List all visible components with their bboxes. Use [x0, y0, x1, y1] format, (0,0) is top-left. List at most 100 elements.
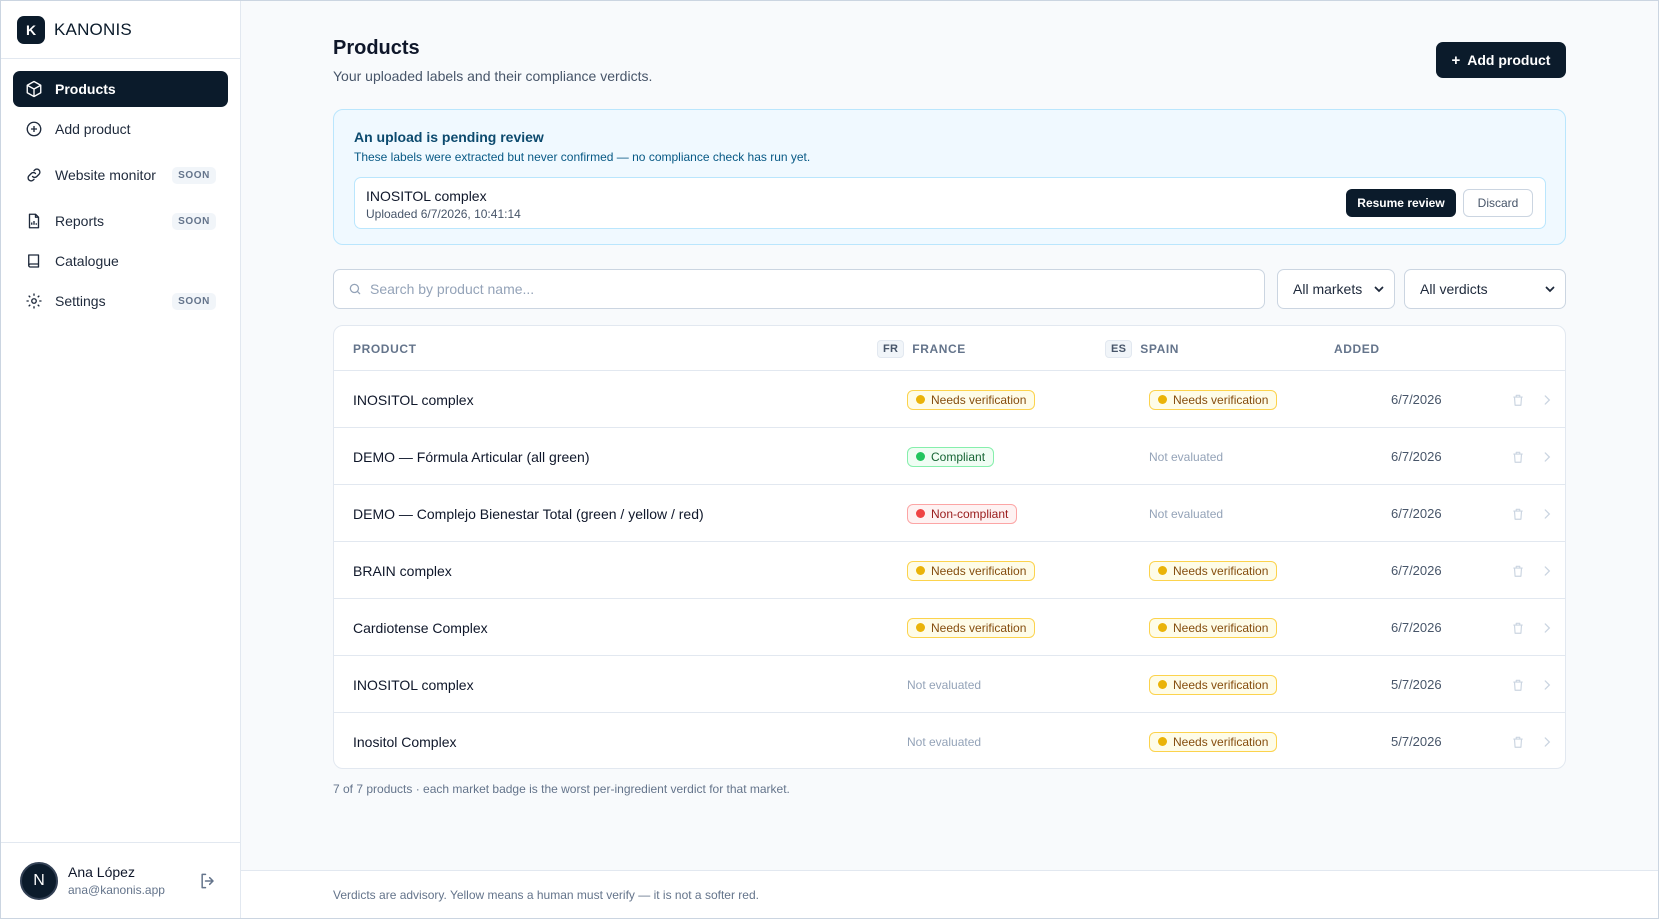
chevron-down-icon — [1374, 286, 1384, 293]
verdict-label: Needs verification — [1173, 734, 1269, 749]
open-row-button[interactable] — [1540, 485, 1554, 542]
not-evaluated-label: Not evaluated — [1149, 506, 1224, 521]
user-name: Ana López — [68, 864, 135, 880]
sidebar-item-label: Settings — [55, 293, 106, 309]
column-header-france[interactable]: FR FRANCE — [877, 326, 966, 371]
added-date: 6/7/2026 — [1391, 563, 1442, 578]
market-code-fr: FR — [877, 339, 905, 358]
table-row[interactable]: Inositol Complex Not evaluated Needs verif… — [334, 713, 1565, 768]
open-row-button[interactable] — [1540, 656, 1554, 713]
column-header-added[interactable]: ADDED — [1334, 326, 1380, 371]
table-row[interactable]: INOSITOL complex Needs verification Needs … — [334, 371, 1565, 428]
added-date: 5/7/2026 — [1391, 677, 1442, 692]
sidebar-item-label: Reports — [55, 213, 105, 229]
not-evaluated-label: Not evaluated — [1149, 449, 1224, 464]
table-row[interactable]: BRAIN complex Needs verification Needs ver… — [334, 542, 1565, 599]
status-dot-icon — [1158, 680, 1167, 689]
open-row-button[interactable] — [1540, 371, 1554, 428]
verdicts-select[interactable]: All verdicts — [1404, 269, 1566, 309]
verdict-label: Needs verification — [931, 620, 1027, 635]
market-name-spain: SPAIN — [1140, 341, 1180, 356]
sidebar-item-add-product[interactable]: Add product — [13, 111, 228, 147]
file-chart-icon — [25, 212, 43, 230]
verdict-label: Needs verification — [931, 563, 1027, 578]
open-row-button[interactable] — [1540, 542, 1554, 599]
spain-verdict: Needs verification — [1149, 713, 1278, 768]
table-row[interactable]: DEMO — Complejo Bienestar Total (green /… — [334, 485, 1565, 542]
sidebar-item-settings[interactable]: Settings SOON — [13, 283, 228, 319]
sidebar-item-label: Add product — [55, 121, 131, 137]
main-content: Products Your uploaded labels and their … — [241, 1, 1658, 918]
brand[interactable]: K KANONIS — [1, 1, 240, 59]
delete-button[interactable] — [1511, 542, 1525, 599]
resume-review-button[interactable]: Resume review — [1346, 189, 1456, 217]
search-box[interactable] — [333, 269, 1265, 309]
verdict-badge: Needs verification — [907, 617, 1036, 638]
pending-title: An upload is pending review — [354, 129, 544, 145]
discard-button[interactable]: Discard — [1463, 189, 1533, 217]
sidebar-item-label: Website monitor — [55, 167, 156, 183]
search-input[interactable] — [370, 281, 1250, 297]
verdict-label: Needs verification — [1173, 392, 1269, 407]
brand-name: KANONIS — [54, 19, 132, 39]
product-name: DEMO — Complejo Bienestar Total (green /… — [353, 505, 704, 522]
status-dot-icon — [916, 566, 925, 575]
sidebar-item-products[interactable]: Products — [13, 71, 228, 107]
delete-button[interactable] — [1511, 371, 1525, 428]
footer-bar: Verdicts are advisory. Yellow means a hu… — [241, 870, 1658, 918]
delete-button[interactable] — [1511, 428, 1525, 485]
logout-icon[interactable] — [198, 871, 218, 891]
open-row-button[interactable] — [1540, 599, 1554, 656]
add-product-button[interactable]: + Add product — [1436, 42, 1566, 78]
open-row-button[interactable] — [1540, 428, 1554, 485]
sidebar-nav: Products Add product Website monitor SOO… — [1, 59, 240, 319]
added-date: 6/7/2026 — [1391, 449, 1442, 464]
added-date: 6/7/2026 — [1391, 392, 1442, 407]
france-verdict: Not evaluated — [907, 656, 981, 713]
sidebar-item-catalogue[interactable]: Catalogue — [13, 243, 228, 279]
spain-verdict: Needs verification — [1149, 656, 1278, 713]
market-code-es: ES — [1105, 339, 1133, 358]
open-row-button[interactable] — [1540, 713, 1554, 768]
sidebar-item-reports[interactable]: Reports SOON — [13, 203, 228, 239]
status-dot-icon — [1158, 566, 1167, 575]
verdict-badge: Compliant — [907, 446, 995, 467]
table-row[interactable]: Cardiotense Complex Needs verification Nee… — [334, 599, 1565, 656]
table-body: INOSITOL complex Needs verification Needs … — [334, 371, 1565, 768]
product-name: BRAIN complex — [353, 562, 452, 579]
trash-icon — [1513, 679, 1523, 691]
user-email: ana@kanonis.app — [68, 883, 165, 897]
sidebar-item-website-monitor[interactable]: Website monitor SOON — [13, 151, 228, 199]
user-panel: N Ana López ana@kanonis.app — [1, 842, 240, 918]
verdict-label: Non-compliant — [931, 506, 1009, 521]
status-dot-icon — [1158, 737, 1167, 746]
plus-circle-icon — [25, 120, 43, 138]
spain-verdict: Not evaluated — [1149, 428, 1223, 485]
table-row[interactable]: INOSITOL complex Not evaluated Needs verif… — [334, 656, 1565, 713]
trash-icon — [1513, 565, 1523, 577]
sidebar-item-label: Products — [55, 81, 116, 97]
column-header-spain[interactable]: ES SPAIN — [1105, 326, 1179, 371]
markets-select[interactable]: All markets — [1277, 269, 1395, 309]
chevron-right-icon — [1544, 451, 1551, 462]
verdict-badge: Needs verification — [1149, 674, 1278, 695]
column-header-product[interactable]: PRODUCT — [353, 326, 417, 371]
verdict-label: Needs verification — [1173, 563, 1269, 578]
france-verdict: Compliant — [907, 428, 995, 485]
delete-button[interactable] — [1511, 713, 1525, 768]
avatar[interactable]: N — [20, 861, 58, 900]
delete-button[interactable] — [1511, 485, 1525, 542]
not-evaluated-label: Not evaluated — [907, 734, 982, 749]
chevron-down-icon — [1545, 286, 1555, 293]
advisory-note: Verdicts are advisory. Yellow means a hu… — [333, 888, 759, 902]
verdict-label: Needs verification — [1173, 677, 1269, 692]
chevron-right-icon — [1544, 736, 1551, 747]
brand-logo: K — [17, 15, 45, 44]
page-header: Products Your uploaded labels and their … — [333, 37, 652, 84]
delete-button[interactable] — [1511, 599, 1525, 656]
chevron-right-icon — [1544, 622, 1551, 633]
trash-icon — [1513, 394, 1523, 406]
table-row[interactable]: DEMO — Fórmula Articular (all green) Comp… — [334, 428, 1565, 485]
france-verdict: Non-compliant — [907, 485, 1018, 542]
delete-button[interactable] — [1511, 656, 1525, 713]
